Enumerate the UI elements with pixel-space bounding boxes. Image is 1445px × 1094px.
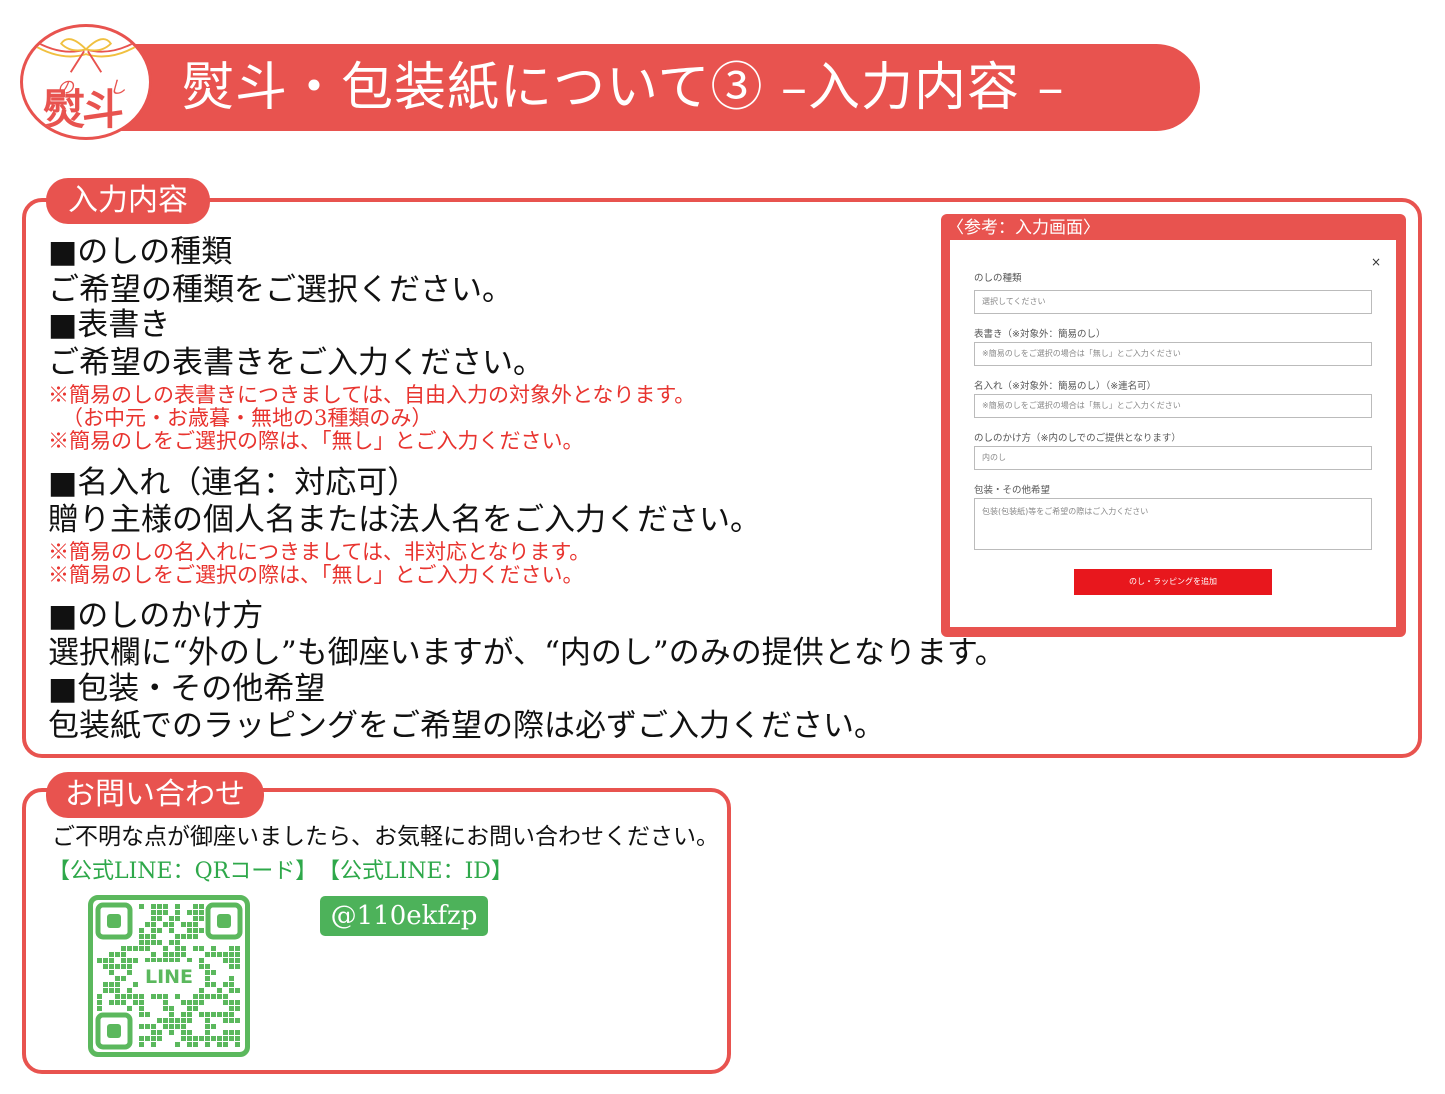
ref-label-naire: 名入れ（※対象外：簡易のし）（※連名可）	[974, 381, 1157, 392]
input-content-tag: 入力内容	[46, 178, 210, 224]
line-id-badge[interactable]: @110ekfzp	[320, 896, 488, 936]
naire-note-1: ※簡易のしの名入れにつきましては、非対応となります。	[48, 540, 591, 564]
contact-tag: お問い合わせ	[46, 772, 264, 818]
page-title: 熨斗・包装紙について③ –入力内容 –	[182, 58, 1065, 118]
naire-note-2: ※簡易のしをご選択の際は、「無し」とご入力ください。	[48, 563, 584, 587]
noshi-badge-logo: の し 熨斗	[20, 24, 152, 140]
ref-label-kakekata: のしのかけ方（※内のしでのご提供となります）	[974, 433, 1181, 444]
kakekata-body: 選択欄に“外のし”も御座いますが、“内のし”のみの提供となります。	[48, 635, 1006, 671]
omotegaki-body: ご希望の表書きをご入力ください。	[48, 345, 544, 381]
ref-label-wrapping: 包装・その他希望	[974, 485, 1051, 496]
naire-body: 贈り主様の個人名または法人名をご入力ください。	[48, 502, 761, 538]
qr-code-label: 【公式LINE：QRコード】	[48, 859, 318, 884]
contact-text: ご不明な点が御座いましたら、お気軽にお問い合わせください。	[52, 824, 719, 850]
kakekata-heading: ■のしのかけ方	[48, 598, 264, 634]
omotegaki-heading: ■表書き	[48, 307, 171, 343]
naire-heading: ■名入れ（連名：対応可）	[48, 465, 419, 501]
omotegaki-note-2: （お中元・お歳暮・無地の3種類のみ）	[62, 406, 433, 430]
qr-code-icon: LINE	[95, 902, 243, 1050]
noshi-type-body: ご希望の種類をご選択ください。	[48, 272, 513, 308]
wrapping-heading: ■包装・その他希望	[48, 671, 326, 707]
close-icon[interactable]: ×	[1371, 255, 1381, 269]
reference-title: 〈参考：入力画面〉	[947, 218, 1100, 238]
ref-input-naire[interactable]: ※簡易のしをご選択の場合は「無し」とご入力ください	[974, 394, 1372, 418]
ref-label-noshi-type: のしの種類	[974, 273, 1022, 284]
omotegaki-note-3: ※簡易のしをご選択の際は、「無し」とご入力ください。	[48, 429, 584, 453]
line-id-label: 【公式LINE：ID】	[318, 859, 513, 884]
badge-main-text: 熨斗	[43, 85, 124, 134]
ref-input-omotegaki[interactable]: ※簡易のしをご選択の場合は「無し」とご入力ください	[974, 342, 1372, 366]
ref-select-kakekata[interactable]: 内のし	[974, 446, 1372, 470]
noshi-type-heading: ■のしの種類	[48, 234, 233, 270]
add-noshi-wrapping-button[interactable]: のし・ラッピングを追加	[1074, 569, 1272, 595]
wrapping-body: 包装紙でのラッピングをご希望の際は必ずご入力ください。	[48, 708, 885, 744]
ref-label-omotegaki: 表書き（※対象外：簡易のし）	[974, 329, 1106, 340]
line-qr-code[interactable]: LINE	[88, 895, 250, 1057]
ref-select-noshi-type[interactable]: 選択してください	[974, 290, 1372, 314]
qr-center-text: LINE	[145, 966, 193, 988]
ref-textarea-wrapping[interactable]: 包装(包装紙)等をご希望の際はご入力ください	[974, 498, 1372, 550]
omotegaki-note-1: ※簡易のしの表書きにつきましては、自由入力の対象外となります。	[48, 383, 696, 407]
ribbon-icon	[32, 38, 140, 73]
